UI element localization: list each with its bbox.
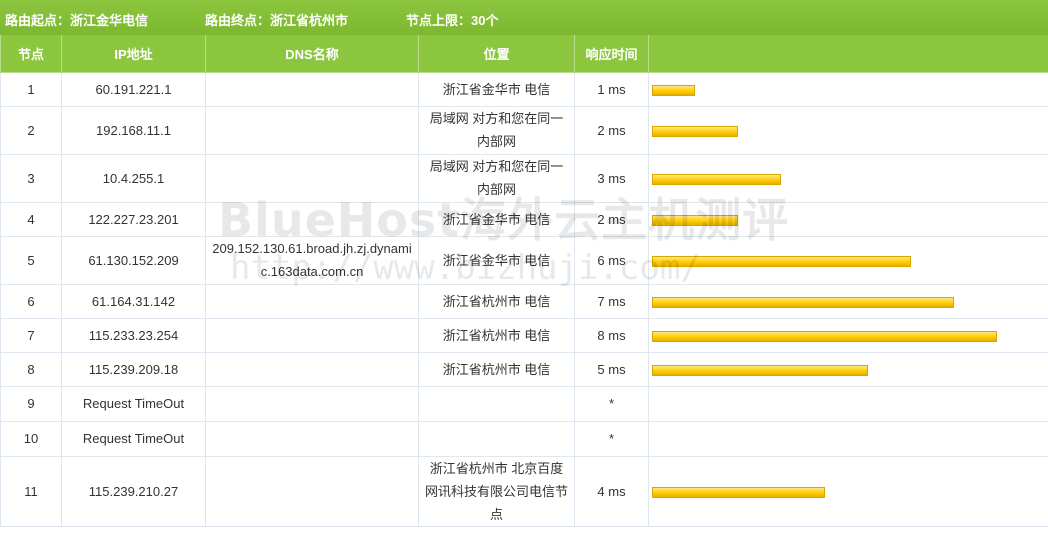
latency-bar bbox=[652, 84, 695, 96]
location-cell: 局域网 对方和您在同一内部网 bbox=[418, 153, 575, 203]
location-cell: 浙江省金华市 电信 bbox=[418, 71, 575, 107]
response-time-cell: 2 ms bbox=[574, 201, 649, 237]
ip-cell: 192.168.11.1 bbox=[61, 105, 206, 155]
location-cell bbox=[418, 385, 575, 422]
table-row: 11 115.239.210.27 浙江省杭州市 北京百度网讯科技有限公司电信节点 4… bbox=[0, 455, 1048, 527]
table-row: 9 Request TimeOut * bbox=[0, 385, 1048, 422]
traceroute-table: 节点 IP地址 DNS名称 位置 响应时间 1 60.191.221.1 浙江省金华… bbox=[0, 35, 1048, 527]
node-cell: 4 bbox=[0, 201, 62, 237]
route-origin: 路由起点：浙江金华电信 bbox=[5, 13, 149, 28]
node-limit: 节点上限：30个 bbox=[406, 13, 499, 28]
table-row: 10 Request TimeOut * bbox=[0, 420, 1048, 457]
latency-bar-cell bbox=[648, 385, 1048, 422]
response-time-cell: 1 ms bbox=[574, 71, 649, 107]
node-cell: 6 bbox=[0, 283, 62, 319]
table-row: 5 61.130.152.209 209.152.130.61.broad.jh.z… bbox=[0, 235, 1048, 285]
response-time-cell: * bbox=[574, 385, 649, 422]
ip-cell: 60.191.221.1 bbox=[61, 71, 206, 107]
node-cell: 8 bbox=[0, 351, 62, 387]
location-cell bbox=[418, 420, 575, 457]
header-bar bbox=[648, 35, 1048, 73]
response-time-cell: * bbox=[574, 420, 649, 457]
location-cell: 浙江省金华市 电信 bbox=[418, 235, 575, 285]
latency-bar bbox=[652, 255, 911, 267]
table-row: 7 115.233.23.254 浙江省杭州市 电信 8 ms bbox=[0, 317, 1048, 353]
latency-bar-cell bbox=[648, 420, 1048, 457]
dns-cell bbox=[205, 455, 419, 527]
location-cell: 浙江省杭州市 电信 bbox=[418, 283, 575, 319]
table-row: 8 115.239.209.18 浙江省杭州市 电信 5 ms bbox=[0, 351, 1048, 387]
dns-cell bbox=[205, 420, 419, 457]
node-cell: 10 bbox=[0, 420, 62, 457]
latency-bar-cell bbox=[648, 455, 1048, 527]
header-location: 位置 bbox=[418, 35, 575, 73]
dns-cell bbox=[205, 283, 419, 319]
ip-cell: 10.4.255.1 bbox=[61, 153, 206, 203]
location-cell: 浙江省杭州市 电信 bbox=[418, 317, 575, 353]
ip-cell: 115.239.209.18 bbox=[61, 351, 206, 387]
location-cell: 浙江省杭州市 电信 bbox=[418, 351, 575, 387]
dns-cell bbox=[205, 385, 419, 422]
response-time-cell: 3 ms bbox=[574, 153, 649, 203]
header-dns: DNS名称 bbox=[205, 35, 419, 73]
latency-bar-cell bbox=[648, 105, 1048, 155]
route-destination: 路由终点：浙江省杭州市 bbox=[205, 13, 349, 28]
node-cell: 7 bbox=[0, 317, 62, 353]
dns-cell bbox=[205, 71, 419, 107]
dns-cell: 209.152.130.61.broad.jh.zj.dynamic.163da… bbox=[205, 235, 419, 285]
table-header-row: 节点 IP地址 DNS名称 位置 响应时间 bbox=[0, 35, 1048, 73]
table-row: 1 60.191.221.1 浙江省金华市 电信 1 ms bbox=[0, 71, 1048, 107]
latency-bar bbox=[652, 486, 825, 498]
latency-bar bbox=[652, 214, 738, 226]
latency-bar-cell bbox=[648, 235, 1048, 285]
latency-bar bbox=[652, 330, 997, 342]
node-cell: 1 bbox=[0, 71, 62, 107]
route-summary-bar: 路由起点：浙江金华电信 路由终点：浙江省杭州市 节点上限：30个 bbox=[0, 0, 1048, 35]
node-cell: 2 bbox=[0, 105, 62, 155]
dns-cell bbox=[205, 317, 419, 353]
ip-cell: Request TimeOut bbox=[61, 420, 206, 457]
table-row: 6 61.164.31.142 浙江省杭州市 电信 7 ms bbox=[0, 283, 1048, 319]
latency-bar-cell bbox=[648, 317, 1048, 353]
node-cell: 5 bbox=[0, 235, 62, 285]
node-cell: 9 bbox=[0, 385, 62, 422]
latency-bar-cell bbox=[648, 351, 1048, 387]
ip-cell: Request TimeOut bbox=[61, 385, 206, 422]
latency-bar bbox=[652, 125, 738, 137]
node-cell: 11 bbox=[0, 455, 62, 527]
dns-cell bbox=[205, 351, 419, 387]
latency-bar-cell bbox=[648, 201, 1048, 237]
response-time-cell: 6 ms bbox=[574, 235, 649, 285]
dns-cell bbox=[205, 105, 419, 155]
table-row: 3 10.4.255.1 局域网 对方和您在同一内部网 3 ms bbox=[0, 153, 1048, 203]
table-row: 4 122.227.23.201 浙江省金华市 电信 2 ms bbox=[0, 201, 1048, 237]
table-row: 2 192.168.11.1 局域网 对方和您在同一内部网 2 ms bbox=[0, 105, 1048, 155]
ip-cell: 115.239.210.27 bbox=[61, 455, 206, 527]
ip-cell: 61.130.152.209 bbox=[61, 235, 206, 285]
latency-bar-cell bbox=[648, 71, 1048, 107]
node-cell: 3 bbox=[0, 153, 62, 203]
response-time-cell: 4 ms bbox=[574, 455, 649, 527]
location-cell: 局域网 对方和您在同一内部网 bbox=[418, 105, 575, 155]
response-time-cell: 7 ms bbox=[574, 283, 649, 319]
latency-bar bbox=[652, 364, 868, 376]
response-time-cell: 5 ms bbox=[574, 351, 649, 387]
response-time-cell: 2 ms bbox=[574, 105, 649, 155]
dns-cell bbox=[205, 201, 419, 237]
dns-cell bbox=[205, 153, 419, 203]
ip-cell: 61.164.31.142 bbox=[61, 283, 206, 319]
latency-bar bbox=[652, 173, 781, 185]
header-node: 节点 bbox=[0, 35, 62, 73]
location-cell: 浙江省金华市 电信 bbox=[418, 201, 575, 237]
header-ip: IP地址 bbox=[61, 35, 206, 73]
ip-cell: 115.233.23.254 bbox=[61, 317, 206, 353]
latency-bar-cell bbox=[648, 283, 1048, 319]
location-cell: 浙江省杭州市 北京百度网讯科技有限公司电信节点 bbox=[418, 455, 575, 527]
ip-cell: 122.227.23.201 bbox=[61, 201, 206, 237]
latency-bar-cell bbox=[648, 153, 1048, 203]
latency-bar bbox=[652, 296, 954, 308]
header-response-time: 响应时间 bbox=[574, 35, 649, 73]
response-time-cell: 8 ms bbox=[574, 317, 649, 353]
